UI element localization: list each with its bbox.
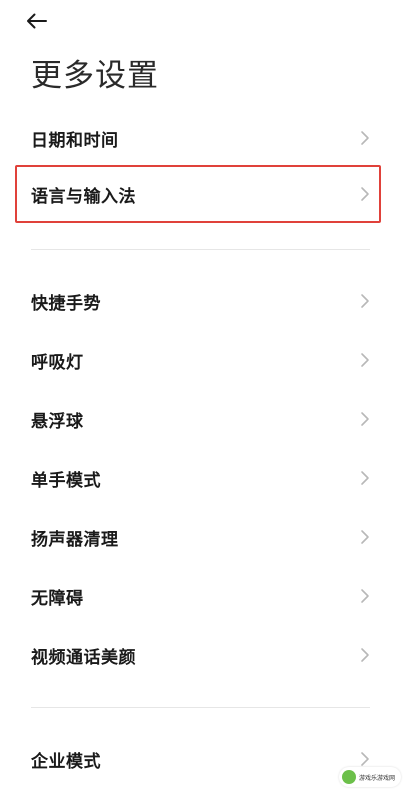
- menu-item-date-time[interactable]: 日期和时间: [15, 109, 381, 167]
- menu-item-label: 日期和时间: [31, 130, 119, 151]
- menu-item-label: 单手模式: [31, 470, 101, 491]
- chevron-right-icon: [361, 412, 369, 426]
- menu-item-label: 悬浮球: [31, 411, 84, 432]
- chevron-right-icon: [361, 187, 369, 201]
- menu-item-label: 呼吸灯: [31, 352, 84, 373]
- chevron-right-icon: [361, 530, 369, 544]
- arrow-left-icon: [27, 13, 47, 29]
- section-divider: [31, 249, 370, 250]
- menu-item-video-call-beauty[interactable]: 视频通话美颜: [15, 626, 381, 684]
- menu-item-label: 企业模式: [31, 751, 101, 772]
- menu-item-label: 语言与输入法: [31, 186, 136, 207]
- menu-item-accessibility[interactable]: 无障碍: [15, 567, 381, 625]
- menu-item-label: 快捷手势: [31, 293, 101, 314]
- chevron-right-icon: [361, 471, 369, 485]
- menu-item-one-handed-mode[interactable]: 单手模式: [15, 449, 381, 507]
- menu-item-floating-ball[interactable]: 悬浮球: [15, 390, 381, 448]
- chevron-right-icon: [361, 752, 369, 766]
- page-title: 更多设置: [31, 58, 159, 94]
- menu-item-enterprise-mode[interactable]: 企业模式: [15, 730, 381, 788]
- watermark-logo-icon: [341, 770, 356, 784]
- chevron-right-icon: [361, 648, 369, 662]
- chevron-right-icon: [361, 353, 369, 367]
- back-button[interactable]: [26, 6, 62, 36]
- watermark-badge: 游戏乐游戏网: [338, 767, 401, 787]
- section-divider: [31, 707, 370, 708]
- chevron-right-icon: [361, 294, 369, 308]
- watermark-text: 游戏乐游戏网: [358, 774, 395, 782]
- chevron-right-icon: [361, 589, 369, 603]
- chevron-right-icon: [361, 131, 369, 145]
- menu-item-quick-gestures[interactable]: 快捷手势: [15, 272, 381, 330]
- menu-item-breathing-light[interactable]: 呼吸灯: [15, 331, 381, 389]
- menu-item-label: 扬声器清理: [31, 529, 119, 550]
- menu-item-speaker-cleaning[interactable]: 扬声器清理: [15, 508, 381, 566]
- menu-item-label: 视频通话美颜: [31, 647, 136, 668]
- menu-item-label: 无障碍: [31, 588, 84, 609]
- menu-item-language-input[interactable]: 语言与输入法: [15, 165, 381, 223]
